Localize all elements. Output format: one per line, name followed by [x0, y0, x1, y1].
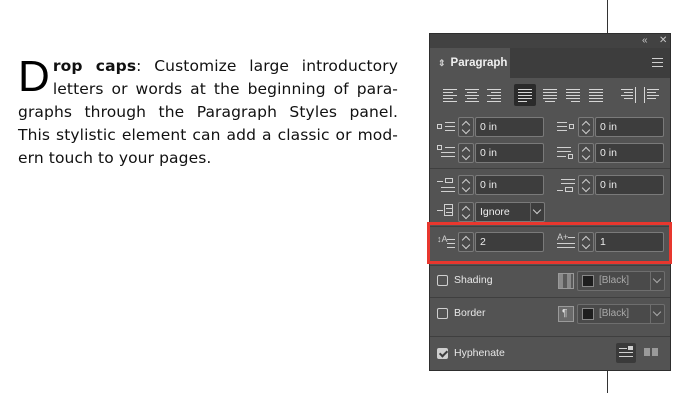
space-before-stepper[interactable] — [458, 175, 474, 195]
first-line-indent-icon — [437, 145, 455, 161]
paragraph-composer-button[interactable] — [616, 343, 636, 363]
left-indent-field[interactable]: 0 in — [475, 117, 544, 137]
right-indent-stepper[interactable] — [578, 117, 594, 137]
left-indent-icon — [437, 120, 455, 136]
align-to-grid-icon — [437, 204, 455, 220]
tab-toggle-icon[interactable]: ⇕ — [438, 58, 446, 68]
first-line-indent-field[interactable]: 0 in — [475, 143, 544, 163]
lead-words: rop caps — [52, 57, 137, 75]
alignment-buttons — [438, 84, 666, 106]
column-span-icon[interactable] — [644, 347, 658, 357]
shading-options-icon[interactable] — [558, 273, 574, 289]
panel-divider — [430, 265, 670, 266]
hyphenate-label: Hyphenate — [454, 347, 505, 359]
align-right-button[interactable] — [484, 84, 504, 106]
chevron-down-icon[interactable] — [650, 305, 664, 323]
space-before-field[interactable]: 0 in — [475, 175, 544, 195]
chevron-down-icon[interactable] — [530, 202, 544, 222]
border-color-swatch — [582, 308, 594, 320]
drop-cap-letter: D — [18, 52, 50, 101]
shading-color-select[interactable]: [Black] — [577, 271, 665, 291]
panel-menu-icon[interactable] — [652, 58, 663, 67]
tab-paragraph[interactable]: ⇕ Paragraph — [430, 48, 510, 78]
border-checkbox[interactable] — [437, 308, 448, 319]
collapse-icon[interactable]: « — [642, 34, 648, 48]
shading-color-swatch — [582, 275, 594, 287]
space-after-field[interactable]: 0 in — [595, 175, 664, 195]
panel-title-bar[interactable]: « ✕ — [430, 34, 670, 48]
last-line-indent-field[interactable]: 0 in — [595, 143, 664, 163]
justify-right-button[interactable] — [563, 84, 583, 106]
border-options-icon[interactable]: ¶ — [558, 306, 574, 322]
align-center-button[interactable] — [462, 84, 482, 106]
shading-label: Shading — [454, 274, 493, 286]
tab-paragraph-label: Paragraph — [450, 57, 508, 69]
close-icon[interactable]: ✕ — [659, 34, 667, 48]
shading-color-value: [Black] — [599, 275, 630, 286]
last-line-indent-icon — [557, 145, 575, 161]
justify-center-button[interactable] — [540, 84, 560, 106]
space-before-icon — [437, 178, 455, 194]
align-to-grid-value: Ignore — [480, 206, 510, 218]
justify-left-button[interactable] — [514, 84, 536, 106]
align-away-from-spine-button[interactable] — [641, 84, 661, 106]
right-indent-field[interactable]: 0 in — [595, 117, 664, 137]
hyphenate-checkbox[interactable] — [437, 348, 448, 359]
drop-cap-highlight — [427, 222, 672, 264]
paragraph-panel: « ✕ ⇕ Paragraph 0 in 0 in 0 in 0 in 0 in… — [429, 33, 671, 371]
panel-divider — [430, 297, 670, 298]
panel-divider — [430, 168, 670, 169]
last-line-indent-stepper[interactable] — [578, 143, 594, 163]
align-to-grid-stepper[interactable] — [458, 202, 474, 222]
border-color-value: [Black] — [599, 308, 630, 319]
align-towards-spine-button[interactable] — [618, 84, 638, 106]
justify-all-button[interactable] — [586, 84, 606, 106]
first-line-indent-stepper[interactable] — [458, 143, 474, 163]
border-label: Border — [454, 307, 486, 319]
border-color-select[interactable]: [Black] — [577, 304, 665, 324]
shading-checkbox[interactable] — [437, 275, 448, 286]
paragraph-text: Drop caps: Customize large introductory … — [18, 55, 398, 170]
tab-bar: ⇕ Paragraph — [430, 48, 670, 78]
chevron-down-icon[interactable] — [650, 272, 664, 290]
panel-divider — [430, 336, 670, 337]
right-indent-icon — [557, 120, 575, 136]
left-indent-stepper[interactable] — [458, 117, 474, 137]
align-to-grid-select[interactable]: Ignore — [475, 202, 545, 222]
space-after-icon — [557, 178, 575, 194]
align-left-button[interactable] — [440, 84, 460, 106]
space-after-stepper[interactable] — [578, 175, 594, 195]
